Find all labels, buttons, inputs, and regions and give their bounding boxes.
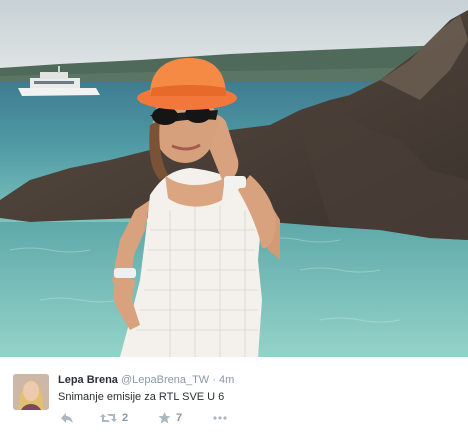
tweet-card: Lepa Brena @LepaBrena_TW · 4m Snimanje e… xyxy=(0,357,468,436)
favorite-button[interactable]: 7 xyxy=(158,412,182,424)
favorite-count: 7 xyxy=(176,412,183,424)
more-dots-icon xyxy=(213,416,227,420)
reply-icon xyxy=(61,413,73,423)
retweet-icon xyxy=(100,414,117,422)
retweet-count: 2 xyxy=(122,412,129,424)
star-icon xyxy=(158,412,171,424)
retweet-button[interactable]: 2 xyxy=(100,412,128,424)
author-name[interactable]: Lepa Brena xyxy=(58,374,118,386)
more-button[interactable] xyxy=(212,412,228,424)
reply-button[interactable] xyxy=(60,412,74,424)
photo-illustration xyxy=(0,0,468,357)
avatar[interactable] xyxy=(13,374,49,410)
tweet-timestamp[interactable]: 4m xyxy=(219,374,234,386)
tweet-photo[interactable] xyxy=(0,0,468,357)
avatar-picture xyxy=(13,374,49,410)
tweet-text: Snimanje emisije za RTL SVE U 6 xyxy=(58,391,225,403)
tweet-header: Lepa Brena @LepaBrena_TW · 4m xyxy=(58,374,234,386)
author-handle[interactable]: @LepaBrena_TW xyxy=(121,374,209,386)
separator-dot: · xyxy=(212,374,216,386)
